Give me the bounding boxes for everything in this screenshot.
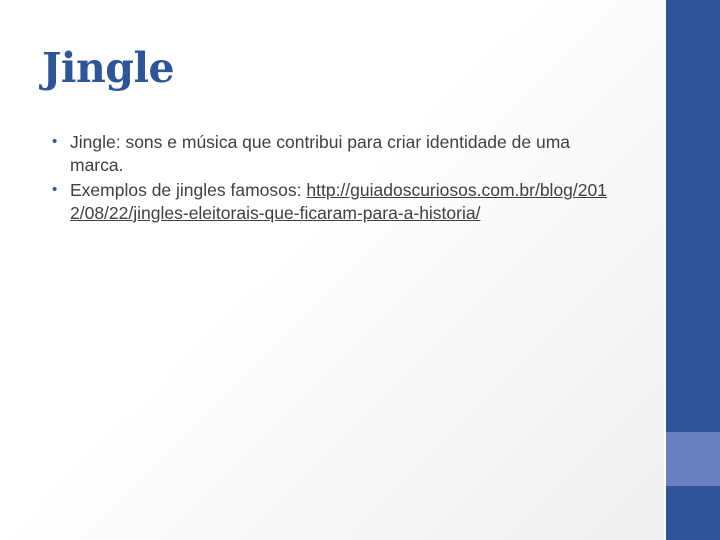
bullet-marker: • xyxy=(52,181,58,198)
bullet-marker: • xyxy=(52,133,58,150)
bullet-item: • Jingle: sons e música que contribui pa… xyxy=(52,131,612,176)
bullet-list: • Jingle: sons e música que contribui pa… xyxy=(52,131,612,227)
side-accent-block xyxy=(666,432,720,486)
slide-title: Jingle xyxy=(42,44,175,92)
bullet-item: • Exemplos de jingles famosos: http://gu… xyxy=(52,179,612,224)
bullet-text: Jingle: sons e música que contribui para… xyxy=(70,132,571,175)
bullet-text: Exemplos de jingles famosos: xyxy=(70,180,307,200)
slide: Jingle • Jingle: sons e música que contr… xyxy=(0,0,720,540)
